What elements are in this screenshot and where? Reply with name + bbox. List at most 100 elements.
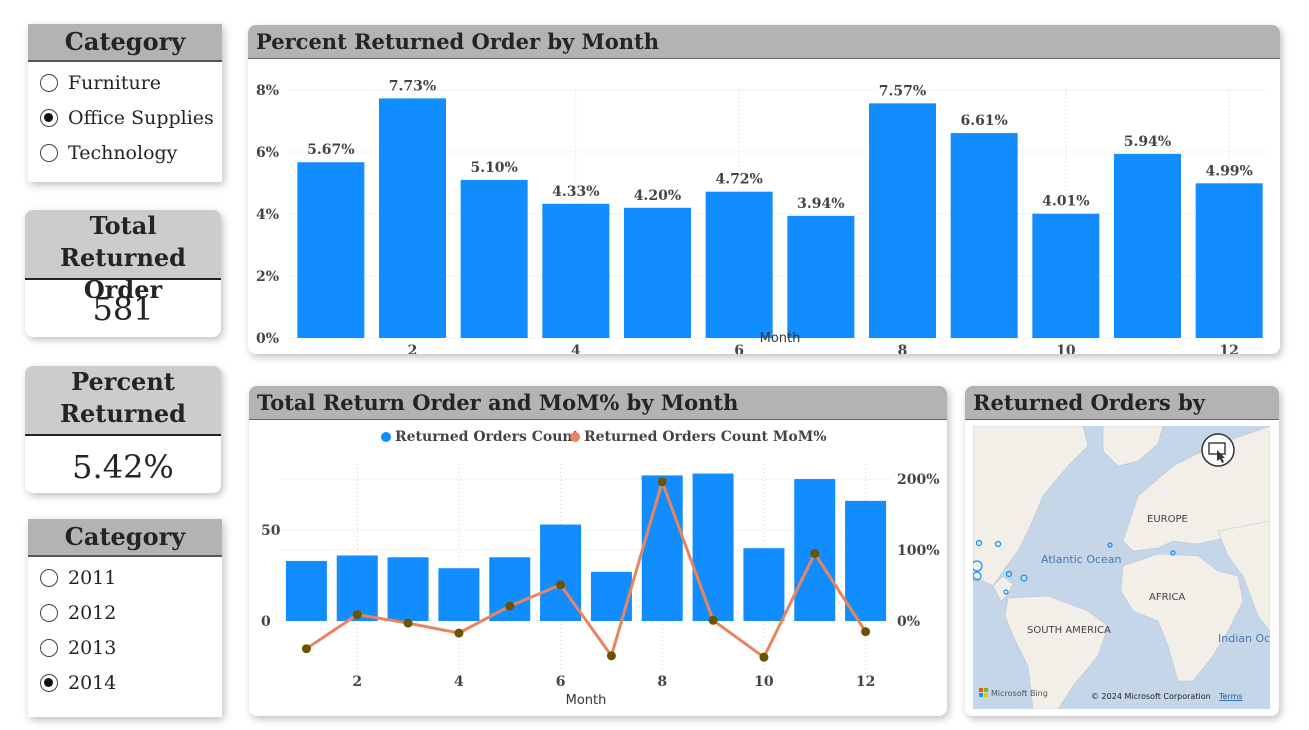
radio-icon[interactable] — [40, 604, 58, 622]
bar — [845, 500, 887, 621]
x-tick-label: 10 — [754, 674, 774, 690]
map-label-south-america: SOUTH AMERICA — [1027, 625, 1111, 636]
bar — [460, 179, 528, 338]
option-label: Furniture — [68, 72, 162, 94]
year-option-2011[interactable]: 2011 — [40, 566, 116, 590]
radio-icon[interactable] — [40, 639, 58, 657]
legend-marker — [570, 432, 580, 442]
y-right-tick-label: 100% — [897, 543, 940, 559]
data-label: 5.10% — [470, 160, 517, 176]
map-point[interactable] — [1005, 570, 1013, 578]
line-point — [301, 644, 311, 654]
bar — [1195, 183, 1263, 338]
map-point[interactable] — [1020, 574, 1028, 582]
y-tick-label: 2% — [256, 269, 279, 285]
x-tick-label: 6 — [734, 343, 744, 354]
kpi-title-line: Returned — [60, 399, 186, 428]
bar — [489, 557, 531, 621]
year-option-2012[interactable]: 2012 — [40, 601, 116, 625]
data-label: 4.33% — [552, 184, 599, 200]
data-label: 4.99% — [1205, 163, 1252, 179]
x-axis-title: Month — [566, 693, 607, 708]
legend-label: Returned Orders Count — [395, 429, 580, 445]
y-left-tick-label: 0 — [261, 614, 271, 630]
y-tick-label: 8% — [256, 83, 279, 99]
data-label: 5.94% — [1124, 134, 1171, 150]
bar — [705, 191, 773, 338]
map-label-indian-ocean: Indian Oce — [1218, 632, 1270, 645]
radio-selected-icon[interactable] — [40, 674, 58, 692]
line-point — [810, 549, 820, 559]
kpi-total-value: 581 — [92, 290, 154, 328]
y-tick-label: 4% — [256, 207, 279, 223]
map-point[interactable] — [1170, 550, 1176, 556]
bar — [950, 133, 1018, 338]
radio-icon[interactable] — [40, 569, 58, 587]
option-label: 2013 — [68, 637, 117, 659]
kpi-total-returned-card: Total Returned Order 581 — [25, 210, 221, 337]
percent-returned-chart-card: Percent Returned Order by Month 0% 2% 4% 6%… — [248, 25, 1280, 354]
x-tick-label: 4 — [454, 674, 464, 690]
x-tick-label: 12 — [856, 674, 875, 690]
x-tick-label: 8 — [657, 674, 667, 690]
y-tick-label: 6% — [256, 145, 279, 161]
year-slicer: Category 2011 2012 2013 2014 — [28, 519, 222, 717]
year-option-2014[interactable]: 2014 — [40, 671, 116, 695]
radio-icon[interactable] — [40, 74, 58, 92]
line-point — [606, 651, 616, 661]
map-canvas[interactable]: EUROPE Atlantic Ocean AFRICA SOUTH AMERI… — [973, 426, 1270, 709]
map-card: Returned Orders by Country EUROPE Atlant… — [965, 386, 1279, 716]
focus-mode-icon[interactable] — [1201, 433, 1235, 467]
option-label: 2012 — [68, 602, 117, 624]
line-point — [708, 615, 718, 625]
radio-selected-icon[interactable] — [40, 109, 58, 127]
bar — [379, 98, 446, 338]
legend-marker — [381, 432, 391, 442]
bar — [1032, 213, 1100, 338]
line-point — [352, 610, 362, 620]
data-label: 4.72% — [715, 172, 762, 188]
chart-title: Percent Returned Order by Month — [248, 25, 1280, 59]
bar — [285, 560, 327, 621]
bar — [641, 475, 683, 621]
map-brand: Microsoft Bing — [991, 689, 1048, 698]
bar — [297, 162, 365, 338]
line-point — [657, 477, 667, 487]
data-label: 5.67% — [307, 142, 354, 158]
bar — [438, 568, 480, 621]
africa-shape — [1120, 553, 1244, 682]
category-option-furniture[interactable]: Furniture — [40, 71, 161, 95]
map-point[interactable] — [1107, 542, 1113, 548]
data-label: 6.61% — [960, 113, 1007, 129]
category-option-office-supplies[interactable]: Office Supplies — [40, 106, 214, 130]
data-label: 3.94% — [797, 196, 844, 212]
year-option-2013[interactable]: 2013 — [40, 636, 116, 660]
bar — [542, 203, 610, 338]
map-svg: EUROPE Atlantic Ocean AFRICA SOUTH AMERI… — [973, 426, 1270, 709]
radio-icon[interactable] — [40, 144, 58, 162]
option-label: Office Supplies — [68, 107, 214, 129]
category-option-technology[interactable]: Technology — [40, 141, 177, 165]
line-point — [403, 618, 413, 628]
bar — [692, 473, 734, 621]
option-label: 2014 — [68, 672, 117, 694]
bar — [1114, 153, 1181, 338]
x-tick-label: 10 — [1056, 343, 1076, 354]
chart-title: Total Return Order and MoM% by Month — [249, 386, 947, 420]
data-label: 7.73% — [389, 78, 436, 94]
bar — [787, 215, 855, 338]
line-point — [759, 652, 769, 662]
kpi-total-title: Total Returned Order — [25, 210, 221, 304]
x-axis-title: Month — [760, 331, 801, 346]
bar — [743, 548, 785, 621]
data-label: 7.57% — [879, 83, 926, 99]
mom-chart: Returned Orders Count Returned Orders Cou… — [261, 429, 940, 708]
kpi-title-line: Percent — [71, 367, 175, 396]
map-terms-link[interactable]: Terms — [1218, 692, 1243, 701]
y-right-tick-label: 0% — [897, 614, 920, 630]
map-copyright: © 2024 Microsoft Corporation — [1091, 692, 1211, 701]
kpi-percent-title: Percent Returned — [25, 366, 221, 436]
bing-logo-icon — [979, 688, 988, 697]
option-label: 2011 — [68, 567, 117, 589]
line-point — [556, 580, 566, 590]
